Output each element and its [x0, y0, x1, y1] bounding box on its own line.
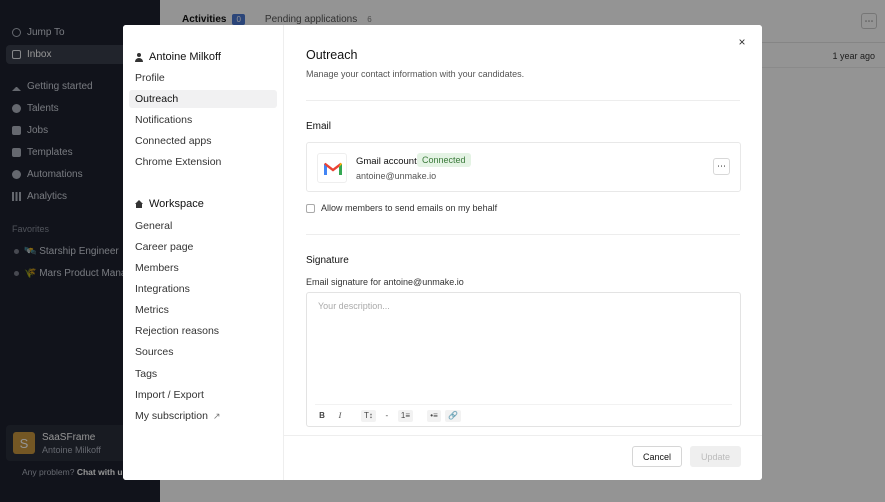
- nav-item-chrome-extension[interactable]: Chrome Extension: [129, 153, 277, 171]
- user-section-label: Antoine Milkoff: [149, 51, 221, 63]
- toolbar-separator: -: [385, 411, 389, 420]
- workspace-section-header: Workspace: [135, 198, 204, 210]
- allow-members-label: Allow members to send emails on my behal…: [321, 203, 498, 213]
- gmail-more-options-button[interactable]: ⋯: [713, 158, 730, 175]
- signature-section-heading: Signature: [306, 255, 349, 266]
- gmail-account-card: Gmail account Connected antoine@unmake.i…: [306, 142, 741, 192]
- allow-members-checkbox[interactable]: [306, 203, 315, 213]
- italic-button[interactable]: I: [333, 410, 347, 422]
- external-link-icon: ↗: [212, 410, 221, 421]
- nav-item-general[interactable]: General: [129, 217, 277, 235]
- cancel-button[interactable]: Cancel: [632, 446, 682, 467]
- nav-item-my-subscription[interactable]: My subscription ↗: [129, 407, 277, 425]
- update-button[interactable]: Update: [690, 446, 741, 467]
- allow-members-option[interactable]: Allow members to send emails on my behal…: [306, 203, 497, 213]
- settings-modal: Antoine Milkoff Profile Outreach Notific…: [123, 25, 762, 480]
- nav-item-rejection-reasons[interactable]: Rejection reasons: [129, 322, 277, 340]
- nav-item-profile[interactable]: Profile: [129, 69, 277, 87]
- nav-item-connected-apps[interactable]: Connected apps: [129, 132, 277, 150]
- nav-item-integrations[interactable]: Integrations: [129, 280, 277, 298]
- bullet-list-button[interactable]: •≡: [427, 409, 442, 422]
- user-section-header: Antoine Milkoff: [135, 51, 221, 63]
- nav-item-career-page[interactable]: Career page: [129, 238, 277, 256]
- divider: [306, 234, 740, 235]
- outreach-panel: × Outreach Manage your contact informati…: [283, 25, 762, 480]
- bold-button[interactable]: B: [315, 410, 329, 422]
- nav-item-outreach[interactable]: Outreach: [129, 90, 277, 108]
- gmail-address: antoine@unmake.io: [356, 171, 437, 181]
- workspace-section-label: Workspace: [149, 198, 204, 210]
- link-icon[interactable]: 🔗: [445, 409, 461, 422]
- nav-item-tags[interactable]: Tags: [129, 365, 277, 383]
- signature-label: Email signature for antoine@unmake.io: [306, 277, 464, 287]
- nav-item-import-export[interactable]: Import / Export: [129, 386, 277, 404]
- divider: [306, 100, 740, 101]
- gmail-account-name: Gmail account: [356, 156, 417, 167]
- nav-item-label: My subscription: [135, 410, 208, 422]
- gmail-icon: [317, 153, 347, 183]
- text-style-button[interactable]: T↕: [361, 409, 376, 422]
- nav-item-members[interactable]: Members: [129, 259, 277, 277]
- settings-nav: Antoine Milkoff Profile Outreach Notific…: [123, 25, 283, 480]
- nav-item-sources[interactable]: Sources: [129, 343, 277, 361]
- close-icon[interactable]: ×: [735, 35, 749, 49]
- page-subtitle: Manage your contact information with you…: [306, 69, 525, 79]
- formatting-toolbar: B I T↕ - 1≡ •≡ 🔗: [315, 404, 732, 422]
- nav-item-notifications[interactable]: Notifications: [129, 111, 277, 129]
- numbered-list-button[interactable]: 1≡: [397, 409, 414, 422]
- home-icon: [135, 200, 143, 208]
- user-icon: [135, 52, 143, 62]
- email-section-heading: Email: [306, 121, 332, 132]
- signature-input[interactable]: [318, 301, 728, 391]
- nav-item-metrics[interactable]: Metrics: [129, 301, 277, 319]
- divider: [284, 435, 762, 436]
- page-title: Outreach: [306, 48, 358, 62]
- connected-badge: Connected: [417, 153, 471, 167]
- signature-editor: B I T↕ - 1≡ •≡ 🔗: [306, 292, 741, 427]
